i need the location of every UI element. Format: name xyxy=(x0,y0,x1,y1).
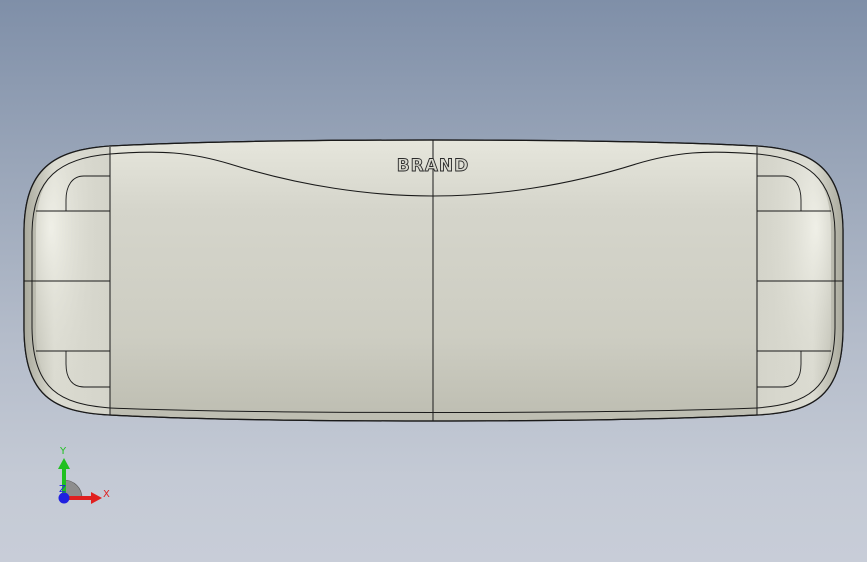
y-axis-label: Y xyxy=(59,446,67,457)
graphics-viewport[interactable]: BRAND Y X Z xyxy=(0,0,867,562)
z-axis-label: Z xyxy=(59,484,66,495)
brand-logo-text: BRAND xyxy=(397,156,470,176)
x-axis-arrowhead xyxy=(91,492,102,504)
model-view[interactable]: BRAND Y X Z xyxy=(0,0,867,562)
right-end-highlight xyxy=(757,150,831,410)
left-end-highlight xyxy=(36,150,110,410)
coordinate-triad: Y X Z xyxy=(58,446,110,504)
y-axis-arrowhead xyxy=(58,458,70,469)
x-axis-label: X xyxy=(103,489,110,500)
